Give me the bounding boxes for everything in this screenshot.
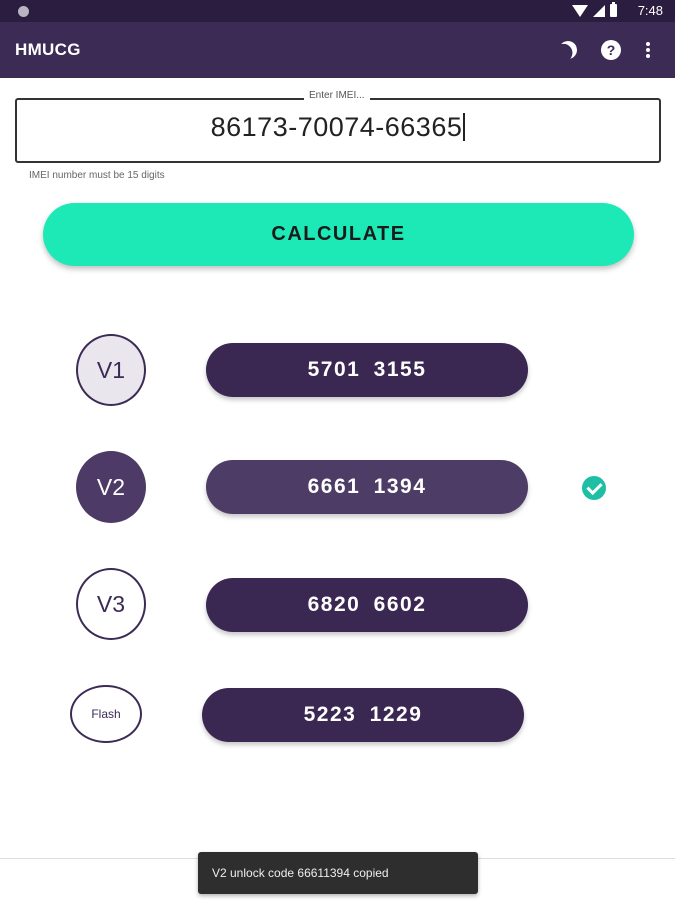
imei-value[interactable]: 86173-70074-66365	[15, 112, 661, 143]
code-v1-button[interactable]: 5701 3155	[206, 343, 528, 397]
wifi-icon	[572, 4, 588, 17]
check-circle-icon	[582, 476, 606, 500]
code-v2-button[interactable]: 6661 1394	[206, 460, 528, 514]
version-v3-badge[interactable]: V3	[76, 568, 146, 640]
imei-text: 86173-70074-66365	[210, 112, 463, 142]
moon-icon[interactable]	[558, 40, 579, 61]
version-flash-badge[interactable]: Flash	[70, 685, 142, 743]
signal-icon	[593, 4, 605, 17]
version-v1-badge[interactable]: V1	[76, 334, 146, 406]
imei-label: Enter IMEI...	[304, 90, 370, 101]
help-icon[interactable]: ?	[601, 40, 621, 60]
code-v3-button[interactable]: 6820 6602	[206, 578, 528, 632]
app-title: HMUCG	[15, 40, 81, 59]
status-bar: 7:48	[0, 0, 675, 22]
code-flash-button[interactable]: 5223 1229	[202, 688, 524, 742]
text-cursor	[463, 113, 466, 141]
battery-icon	[610, 2, 617, 17]
version-v2-badge[interactable]: V2	[76, 451, 146, 523]
more-vert-icon[interactable]	[641, 40, 655, 60]
app-bar: HMUCG ?	[0, 22, 675, 78]
toast-message: V2 unlock code 66611394 copied	[198, 852, 478, 894]
calculate-button[interactable]: CALCULATE	[43, 203, 634, 266]
status-time: 7:48	[637, 3, 663, 18]
imei-hint: IMEI number must be 15 digits	[29, 170, 165, 181]
notification-dot-icon	[18, 6, 29, 17]
status-icons	[572, 2, 617, 17]
